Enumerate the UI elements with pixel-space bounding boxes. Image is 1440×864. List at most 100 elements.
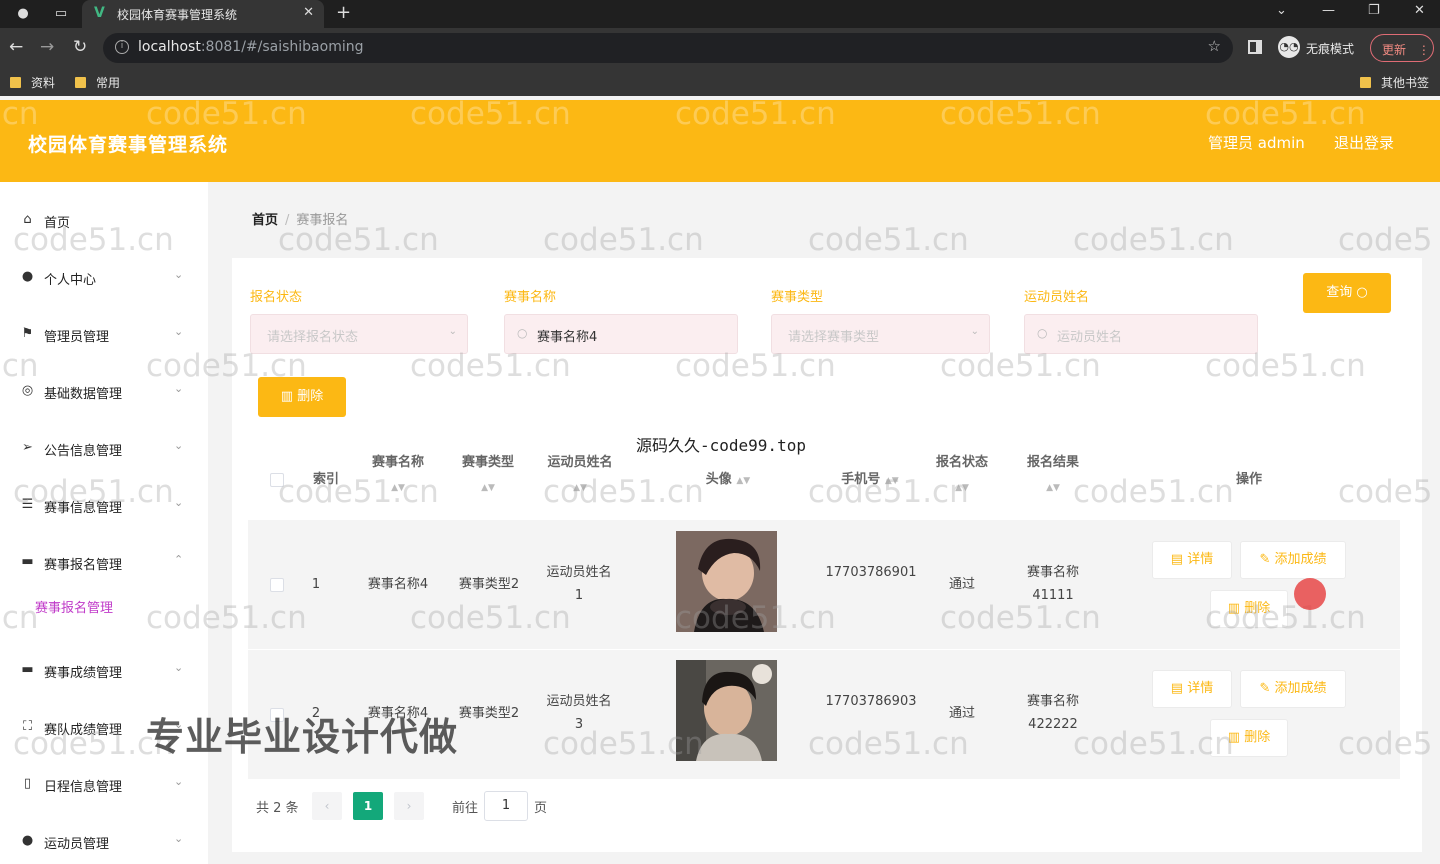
sidebar-item-schedule[interactable]: ▯ 日程信息管理 ⌄ — [0, 764, 208, 804]
forward-icon[interactable]: → — [40, 37, 54, 57]
row-checkbox[interactable] — [270, 578, 284, 592]
breadcrumb: 首页 / 赛事报名 — [252, 209, 348, 228]
column-header-index[interactable]: 索引 — [298, 468, 354, 492]
sidebar-item-registration[interactable]: ▬ 赛事报名管理 ⌃ — [0, 542, 208, 582]
breadcrumb-home[interactable]: 首页 — [252, 213, 278, 228]
sidebar: ⌂ 首页 ● 个人中心 ⌄ ⚑ 管理员管理 ⌄ ◎ 基础数据管理 ⌄ ➢ 公告信… — [0, 182, 208, 864]
column-header-avatar[interactable]: 头像 ▲▼ — [680, 468, 776, 493]
tab-search-icon[interactable]: ⌄ — [1276, 3, 1287, 18]
sidebar-item-basic-data[interactable]: ◎ 基础数据管理 ⌄ — [0, 371, 208, 411]
close-tab-icon[interactable]: ✕ — [303, 5, 314, 20]
submenu-item-registration[interactable]: 赛事报名管理 — [35, 597, 113, 616]
sort-icon[interactable]: ▲▼ — [736, 476, 750, 486]
sort-icon[interactable]: ▲▼ — [573, 483, 587, 493]
athlete-filter-label: 运动员姓名 — [1024, 290, 1090, 305]
minimize-icon[interactable]: — — [1322, 3, 1335, 18]
browser-logo-icon: ● — [17, 6, 29, 21]
column-header-result[interactable]: 报名结果 ▲▼ — [1016, 451, 1090, 500]
back-icon[interactable]: ← — [9, 37, 23, 57]
sidebar-item-scores[interactable]: ▬ 赛事成绩管理 ⌄ — [0, 650, 208, 690]
sidebar-item-label: 个人中心 — [44, 273, 97, 288]
search-icon: ○ — [517, 326, 528, 340]
sort-icon[interactable]: ▲▼ — [481, 483, 495, 493]
page-jump-input[interactable]: 1 — [484, 791, 528, 821]
sidebar-item-label: 赛事信息管理 — [44, 501, 123, 516]
info-icon[interactable]: i — [115, 40, 129, 54]
logout-link[interactable]: 退出登录 — [1334, 132, 1394, 153]
column-header-phone[interactable]: 手机号 ▲▼ — [818, 468, 922, 493]
prev-page-button[interactable]: ‹ — [312, 792, 342, 820]
sort-icon[interactable]: ▲▼ — [1046, 483, 1060, 493]
other-bookmarks[interactable]: 其他书签 — [1360, 74, 1429, 91]
add-score-button[interactable]: ✎ 添加成绩 — [1240, 670, 1346, 708]
batch-delete-button[interactable]: ▥ 删除 — [258, 377, 346, 417]
column-header-event-type[interactable]: 赛事类型 ▲▼ — [452, 451, 524, 500]
add-score-button[interactable]: ✎ 添加成绩 — [1240, 541, 1346, 579]
event-name-filter-label: 赛事名称 — [504, 290, 557, 305]
row-athlete-name: 运动员姓名1 — [546, 565, 612, 603]
browser-toolbar: ← → ↻ i localhost:8081/#/saishibaoming ☆… — [0, 28, 1440, 68]
sidebar-item-events[interactable]: ☰ 赛事信息管理 ⌄ — [0, 485, 208, 525]
row-status: 通过 — [948, 706, 975, 721]
sidebar-item-athletes[interactable]: ● 运动员管理 ⌄ — [0, 821, 208, 861]
column-header-event-name[interactable]: 赛事名称 ▲▼ — [362, 451, 434, 500]
row-delete-button[interactable]: ▥ 删除 — [1210, 719, 1288, 757]
sidebar-item-label: 赛事报名管理 — [44, 558, 123, 573]
event-name-value: 赛事名称4 — [537, 330, 598, 345]
bookmark-folder[interactable]: 常用 — [75, 74, 120, 91]
sidebar-item-label: 赛队成绩管理 — [44, 723, 123, 738]
tab-switcher-icon[interactable]: ▭ — [52, 5, 70, 23]
update-button[interactable]: 更新 ⋮ — [1370, 34, 1434, 62]
sidebar-item-home[interactable]: ⌂ 首页 — [0, 200, 208, 240]
url-text[interactable]: localhost:8081/#/saishibaoming — [138, 39, 364, 55]
status-select-placeholder: 请选择报名状态 — [267, 330, 359, 345]
document-icon: ▤ — [1170, 681, 1184, 696]
new-tab-icon[interactable]: + — [336, 2, 351, 23]
user-icon: ● — [21, 269, 34, 284]
app-header: 校园体育赛事管理系统 管理员 admin 退出登录 — [0, 100, 1440, 182]
sidebar-item-admins[interactable]: ⚑ 管理员管理 ⌄ — [0, 314, 208, 354]
sidebar-item-notices[interactable]: ➢ 公告信息管理 ⌄ — [0, 428, 208, 468]
trash-icon: ▥ — [1227, 601, 1241, 616]
sort-icon[interactable]: ▲▼ — [391, 483, 405, 493]
star-icon[interactable]: ☆ — [1208, 37, 1221, 55]
column-header-athlete[interactable]: 运动员姓名 ▲▼ — [540, 451, 620, 500]
page-number-button[interactable]: 1 — [353, 792, 383, 820]
athlete-name-input[interactable]: ○ 运动员姓名 — [1024, 314, 1258, 354]
address-bar[interactable]: i localhost:8081/#/saishibaoming ☆ — [103, 33, 1233, 63]
column-header-status[interactable]: 报名状态 ▲▼ — [926, 451, 998, 500]
event-type-placeholder: 请选择赛事类型 — [788, 330, 880, 345]
search-icon: ○ — [1037, 326, 1048, 340]
row-index: 1 — [311, 577, 321, 592]
bookmarks-bar: 资料 常用 其他书签 — [0, 68, 1440, 96]
row-delete-button[interactable]: ▥ 删除 — [1210, 590, 1288, 628]
event-type-select[interactable]: 请选择赛事类型 ⌄ — [771, 314, 990, 354]
pagination-total: 共 2 条 — [256, 801, 299, 816]
query-button[interactable]: 查询 ○ — [1303, 273, 1391, 313]
sidebar-item-label: 赛事成绩管理 — [44, 666, 123, 681]
side-panel-icon[interactable] — [1248, 40, 1262, 54]
chevron-down-icon: ⌄ — [174, 661, 184, 674]
chevron-down-icon: ⌄ — [174, 832, 184, 845]
event-type-filter-label: 赛事类型 — [771, 290, 824, 305]
page-suffix-label: 页 — [534, 801, 548, 816]
column-header-actions: 操作 — [1235, 472, 1262, 487]
incognito-icon[interactable]: ◔◔ — [1278, 36, 1300, 58]
status-select[interactable]: 请选择报名状态 ⌄ — [250, 314, 468, 354]
event-name-input[interactable]: ○ 赛事名称4 — [504, 314, 738, 354]
sidebar-item-profile[interactable]: ● 个人中心 ⌄ — [0, 257, 208, 297]
window-close-icon[interactable]: ✕ — [1414, 3, 1425, 18]
next-page-button[interactable]: › — [394, 792, 424, 820]
maximize-icon[interactable]: ❐ — [1368, 3, 1380, 18]
sort-icon[interactable]: ▲▼ — [955, 483, 969, 493]
goto-label: 前往 — [452, 801, 479, 816]
select-all-checkbox[interactable] — [270, 473, 284, 487]
reload-icon[interactable]: ↻ — [73, 37, 87, 57]
bookmark-folder[interactable]: 资料 — [10, 74, 55, 91]
detail-button[interactable]: ▤ 详情 — [1152, 670, 1232, 708]
chevron-down-icon: ⌄ — [174, 439, 184, 452]
browser-tab[interactable]: V 校园体育赛事管理系统 ✕ — [82, 0, 324, 28]
detail-button[interactable]: ▤ 详情 — [1152, 541, 1232, 579]
sort-icon[interactable]: ▲▼ — [885, 476, 899, 486]
document-icon: ▤ — [1170, 552, 1184, 567]
